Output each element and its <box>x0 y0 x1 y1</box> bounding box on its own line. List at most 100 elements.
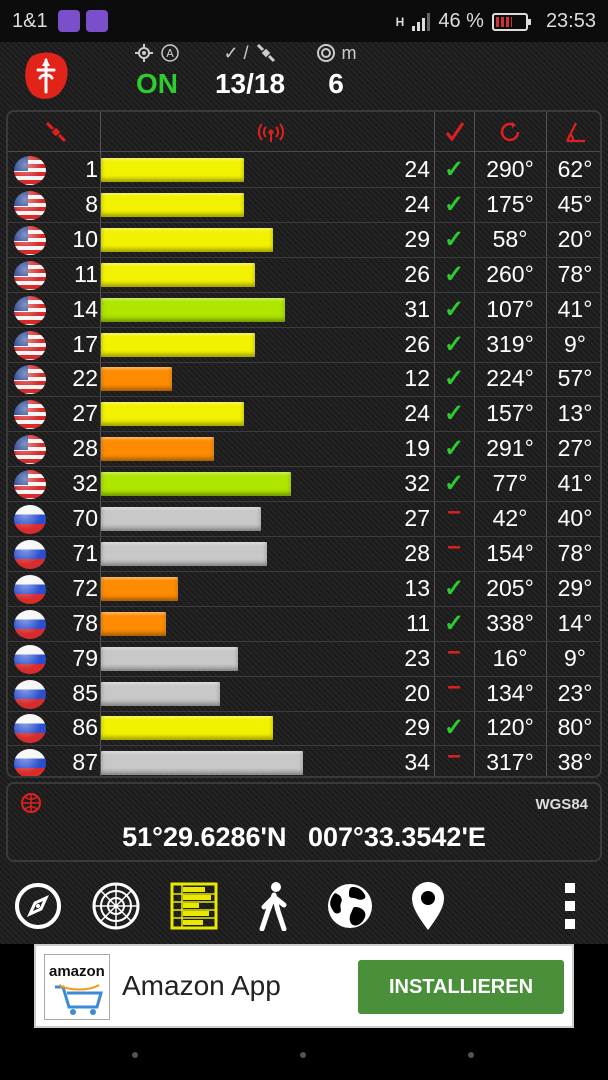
satellites-caption: ✓ / <box>223 42 249 63</box>
auto-mode-letter: A <box>166 47 174 60</box>
table-row[interactable]: 11 26 ✓ 260° 78° <box>8 258 600 293</box>
nav-recents-button[interactable] <box>468 1052 474 1058</box>
table-row[interactable]: 8 24 ✓ 175° 45° <box>8 188 600 223</box>
install-button[interactable]: INSTALLIEREN <box>358 960 564 1014</box>
signal-strength: 26 <box>404 260 430 287</box>
signal-bars-button[interactable] <box>166 878 222 934</box>
position-panel[interactable]: WGS84 51°29.6286'N 007°33.3542'E <box>6 782 602 862</box>
signal-strength: 23 <box>404 644 430 671</box>
unused-dash-icon: – <box>447 672 461 700</box>
signal-strength: 24 <box>404 400 430 427</box>
table-row[interactable]: 22 12 ✓ 224° 57° <box>8 362 600 398</box>
satellite-prn: 28 <box>72 435 98 462</box>
signal-strength: 26 <box>404 330 430 357</box>
used-check-icon: ✓ <box>443 609 465 637</box>
globe-icon <box>21 793 41 813</box>
signal-icon[interactable] <box>256 120 286 144</box>
elevation: 41° <box>557 295 593 322</box>
azimuth-icon[interactable] <box>498 120 522 144</box>
table-row[interactable]: 87 34–317° 38° <box>8 742 600 776</box>
satellite-prn: 11 <box>74 260 98 287</box>
azimuth: 107° <box>486 295 534 322</box>
signal-bar <box>101 472 291 497</box>
satellite-prn: 1 <box>85 156 98 182</box>
walking-button[interactable] <box>244 878 300 934</box>
signal-bar <box>101 751 303 776</box>
table-row[interactable]: 86 29 ✓ 120° 80° <box>8 711 600 747</box>
usa-flag-icon <box>14 260 46 290</box>
signal-strength: 24 <box>404 156 430 182</box>
used-check-icon: ✓ <box>443 190 465 218</box>
satellite-icon[interactable] <box>44 120 68 144</box>
table-row[interactable]: 78 11 ✓ 338° 14° <box>8 607 600 642</box>
signal-bar <box>101 507 261 531</box>
fix-status: A ON <box>118 42 196 100</box>
usa-flag-icon <box>14 225 46 255</box>
table-row[interactable]: 72 13 ✓ 205° 29° <box>8 572 600 607</box>
table-row[interactable]: 17 26 ✓ 319° 9° <box>8 328 600 363</box>
azimuth: 317° <box>486 749 534 776</box>
used-check-icon: ✓ <box>443 225 465 253</box>
satellite-prn: 22 <box>72 365 98 392</box>
russia-flag-icon <box>14 679 46 709</box>
radar-icon <box>92 882 140 930</box>
longitude: 007°33.3542'E <box>308 822 486 852</box>
clock: 23:53 <box>545 10 596 32</box>
compass-button[interactable] <box>10 878 66 934</box>
table-row[interactable]: 27 24 ✓ 157° 13° <box>8 397 600 433</box>
app-notification-icon <box>58 10 80 32</box>
azimuth: 157° <box>486 400 534 427</box>
table-row[interactable]: 32 32 ✓ 77° 41° <box>8 467 600 503</box>
carrier-label: 1&1 <box>12 10 48 32</box>
signal-bar <box>101 367 172 392</box>
azimuth: 58° <box>492 225 528 252</box>
radar-button[interactable] <box>88 878 144 934</box>
usa-flag-icon <box>14 435 46 465</box>
azimuth: 120° <box>486 714 534 741</box>
status-bar: 1&1 H 46 % 23:53 <box>0 0 608 42</box>
unused-dash-icon: – <box>447 742 461 770</box>
battery-icon <box>491 12 531 31</box>
map-pin-button[interactable] <box>400 878 456 934</box>
russia-flag-icon <box>14 714 46 744</box>
usa-flag-icon <box>14 470 46 500</box>
used-check-icon: ✓ <box>443 714 465 742</box>
accuracy-value: 6 <box>328 68 344 99</box>
accuracy-unit: m <box>341 42 357 63</box>
satellite-table[interactable]: 1 24 ✓ 290° 62° 8 24 ✓ 175° 45° 10 29 ✓ 58° 20° 11 26 ✓ 26… <box>6 110 602 778</box>
signal-strength: 29 <box>404 225 430 252</box>
table-row[interactable]: 10 29 ✓ 58° 20° <box>8 223 600 258</box>
satellites-count: 13/18 <box>214 68 286 99</box>
table-row[interactable]: 85 20–134° 23° <box>8 673 600 712</box>
unused-dash-icon: – <box>447 637 461 665</box>
table-row[interactable]: 70 27– 42° 40° <box>8 498 600 537</box>
table-row[interactable]: 28 19 ✓ 291° 27° <box>8 432 600 468</box>
table-header <box>8 112 600 152</box>
russia-flag-icon <box>14 539 46 569</box>
russia-flag-icon <box>14 609 46 639</box>
elevation: 9° <box>564 644 586 671</box>
azimuth: 16° <box>492 644 528 671</box>
ad-banner[interactable]: amazon Amazon App INSTALLIEREN <box>34 944 574 1028</box>
globe-button[interactable] <box>322 878 378 934</box>
ad-title: Amazon App <box>122 970 281 1001</box>
latitude: 51°29.6286'N <box>122 822 287 852</box>
auto-mode-icon: A <box>161 44 179 62</box>
elevation: 13° <box>557 400 593 427</box>
elevation: 80° <box>557 714 593 741</box>
overflow-menu-button[interactable] <box>542 878 598 934</box>
table-row[interactable]: 1 24 ✓ 290° 62° <box>8 153 600 188</box>
satellite-prn: 85 <box>72 679 98 706</box>
nav-back-button[interactable] <box>132 1052 138 1058</box>
elevation-icon[interactable] <box>564 120 588 144</box>
used-check-icon: ✓ <box>443 330 465 358</box>
nav-home-button[interactable] <box>300 1052 306 1058</box>
table-row[interactable]: 79 23– 16° 9° <box>8 638 600 677</box>
table-row[interactable]: 14 31 ✓ 107° 41° <box>8 293 600 328</box>
signal-bar <box>101 576 178 601</box>
satellite-prn: 79 <box>72 644 98 671</box>
app-logo-icon[interactable] <box>18 48 74 104</box>
check-icon[interactable] <box>444 120 466 144</box>
table-row[interactable]: 71 28–154° 78° <box>8 533 600 572</box>
signal-strength: 24 <box>404 190 430 217</box>
